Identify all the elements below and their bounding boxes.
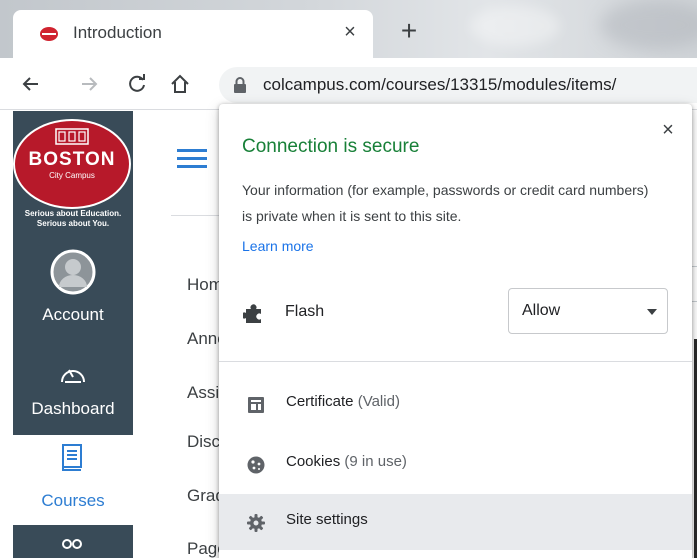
back-button[interactable] <box>16 70 44 98</box>
hamburger-menu-icon[interactable] <box>177 149 207 169</box>
site-favicon-icon <box>40 27 58 41</box>
flash-permission-value: Allow <box>522 302 561 319</box>
course-nav-discussions[interactable]: Discussions <box>187 432 219 452</box>
browser-toolbar: colcampus.com/courses/13315/modules/item… <box>0 58 697 110</box>
tab-strip: Introduction × + <box>0 0 697 58</box>
logo-subtitle: City Campus <box>49 171 95 180</box>
tab-title: Introduction <box>73 23 162 42</box>
lock-icon[interactable] <box>231 76 249 94</box>
nav-account-label: Account <box>42 305 104 324</box>
browser-tab[interactable]: Introduction × <box>13 10 373 58</box>
home-icon <box>171 74 189 93</box>
book-icon <box>62 444 82 471</box>
certificate-icon <box>248 397 264 413</box>
certificate-status: (Valid) <box>357 393 400 410</box>
back-arrow-icon <box>22 77 38 91</box>
nav-dashboard-label: Dashboard <box>31 399 115 418</box>
connection-description: Your information (for example, passwords… <box>242 182 649 224</box>
cookies-count: (9 in use) <box>344 453 407 470</box>
nav-dashboard[interactable]: Dashboard <box>13 333 133 423</box>
url-text: colcampus.com/courses/13315/modules/item… <box>263 75 617 94</box>
gear-icon <box>247 514 265 532</box>
address-bar[interactable]: colcampus.com/courses/13315/modules/item… <box>219 67 697 103</box>
learn-more-link[interactable]: Learn more <box>242 238 314 254</box>
screen: Introduction × + colcampus.com/courses/1… <box>0 0 697 558</box>
cookies-label: Cookies <box>286 453 341 470</box>
course-nav-assignments[interactable]: Assignments <box>187 383 219 403</box>
avatar-icon <box>50 249 96 295</box>
reload-icon <box>129 74 145 92</box>
nav-courses[interactable]: Courses <box>13 435 133 525</box>
chevron-down-icon <box>647 309 657 315</box>
logo-tagline: Serious about Education. Serious about Y… <box>24 209 122 228</box>
nav-account[interactable]: Account <box>13 243 133 333</box>
course-nav-pages[interactable]: Pages <box>187 539 219 558</box>
logo-name: BOSTON <box>28 149 116 170</box>
school-logo[interactable]: BOSTON City Campus Serious about Educati… <box>13 111 133 241</box>
site-settings-label: Site settings <box>286 511 368 528</box>
puzzle-piece-icon <box>243 304 261 323</box>
certificate-label: Certificate <box>286 393 354 410</box>
course-nav-announcements[interactable]: Announcements <box>187 329 219 349</box>
flash-label: Flash <box>285 303 325 320</box>
divider <box>219 361 692 362</box>
reload-button[interactable] <box>123 70 151 98</box>
flash-permission-select[interactable]: Allow <box>508 288 668 334</box>
dashboard-gauge-icon <box>61 369 85 383</box>
building-icon <box>55 128 89 145</box>
certificate-row[interactable]: Certificate (Valid) <box>219 376 692 432</box>
course-navigation: Home Announcements Assignments Discussio… <box>133 111 219 558</box>
connection-status-title: Connection is secure <box>242 136 420 157</box>
global-navigation: BOSTON City Campus Serious about Educati… <box>13 111 133 558</box>
nav-groups[interactable] <box>13 525 133 558</box>
course-nav-grades[interactable]: Grades <box>187 486 219 506</box>
tab-close-icon[interactable]: × <box>338 20 362 44</box>
cookies-row[interactable]: Cookies (9 in use) <box>219 436 692 492</box>
nav-courses-label: Courses <box>41 491 105 510</box>
close-icon[interactable]: × <box>656 118 680 142</box>
course-nav-home[interactable]: Home <box>187 275 219 295</box>
site-settings-row[interactable]: Site settings <box>219 494 692 550</box>
new-tab-button[interactable]: + <box>395 17 423 46</box>
site-info-popup: × Connection is secure Your information … <box>219 104 692 558</box>
groups-icon <box>62 539 82 549</box>
home-button[interactable] <box>166 70 194 98</box>
cookie-icon <box>247 456 265 474</box>
forward-button[interactable] <box>76 70 104 98</box>
forward-arrow-icon <box>82 77 98 91</box>
